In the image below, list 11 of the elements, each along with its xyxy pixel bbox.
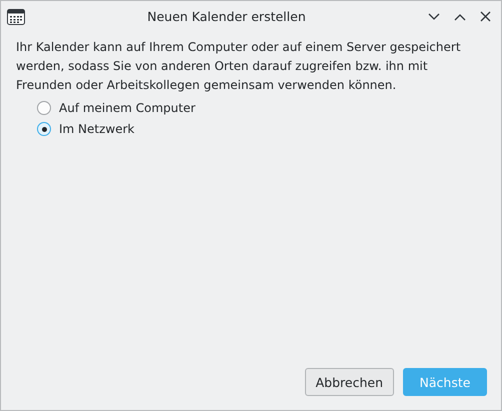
close-icon[interactable] [480,11,491,22]
radio-label[interactable]: Im Netzwerk [59,122,134,136]
maximize-icon[interactable] [454,12,466,20]
calendar-icon [7,8,25,24]
description-text: Ihr Kalender kann auf Ihrem Computer oder auf einem Server gespeichert werden, sodass Sie von anderen Orten darauf zugreifen bzw. ihn mit Freunden oder Arbeitskollegen gemeinsam verwenden können. [16,39,462,94]
radio-button[interactable] [37,122,51,136]
minimize-icon[interactable] [428,12,440,20]
cancel-button[interactable]: Abbrechen [304,368,394,396]
window-title: Neuen Kalender erstellen [146,9,307,24]
radio-label[interactable]: Auf meinem Computer [59,101,196,115]
radio-button[interactable] [37,101,51,115]
